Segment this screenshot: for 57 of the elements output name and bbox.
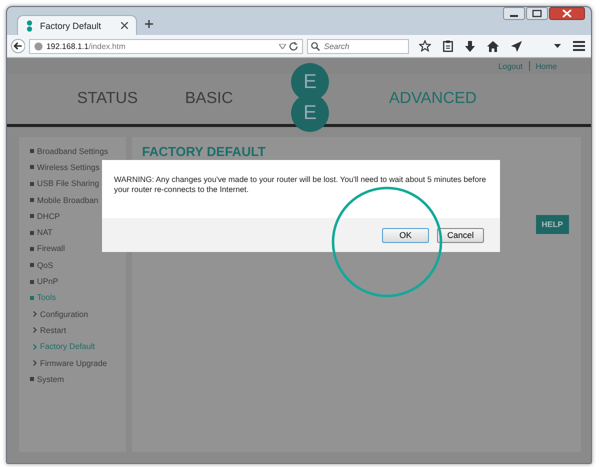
search-field[interactable]: Search (307, 38, 409, 54)
caret-icon[interactable] (554, 44, 561, 48)
sidebar-item[interactable]: System (30, 371, 126, 388)
close-icon[interactable] (121, 22, 128, 29)
search-icon (311, 42, 320, 50)
menu-icon[interactable] (573, 41, 585, 51)
sidebar-item[interactable]: Broadband Settings (30, 143, 126, 160)
bullet-icon (30, 263, 34, 268)
minimize-icon[interactable] (503, 7, 525, 20)
bullet-icon (30, 182, 34, 186)
dropdown-icon[interactable] (279, 44, 286, 48)
send-icon[interactable] (511, 40, 522, 52)
address-field[interactable]: 192.168.1.1/index.htm (29, 38, 303, 54)
close-icon[interactable] (549, 7, 585, 20)
home-icon[interactable] (487, 40, 499, 52)
chevron-icon (33, 360, 37, 366)
bullet-icon (30, 165, 34, 170)
browser-tab[interactable]: Factory Default (17, 15, 137, 35)
sidebar-item[interactable]: Configuration (30, 306, 126, 322)
sidebar-item[interactable]: Firewall (30, 240, 126, 258)
sidebar-item[interactable]: Firmware Upgrade (30, 354, 126, 372)
sidebar-item[interactable]: Wireless Settings (30, 159, 126, 176)
new-tab-icon[interactable] (145, 20, 153, 28)
page-title: FACTORY DEFAULT (142, 144, 267, 159)
sidebar-item[interactable]: QoS (30, 257, 126, 274)
chevron-icon (33, 327, 37, 334)
bullet-icon (30, 198, 34, 202)
reload-icon[interactable] (289, 42, 298, 50)
sidebar-item[interactable]: UPnP (30, 273, 126, 290)
maximize-icon[interactable] (526, 7, 548, 20)
sidebar-item[interactable]: Factory Default (30, 338, 126, 355)
cancel-button[interactable]: Cancel (437, 228, 484, 242)
star-icon[interactable] (419, 40, 431, 52)
ok-button[interactable]: OK (382, 228, 429, 242)
sidebar-item[interactable]: Tools (30, 290, 126, 306)
bullet-icon (30, 377, 34, 382)
bullet-icon (30, 280, 34, 284)
nav-tab[interactable]: STATUS (77, 90, 185, 108)
back-icon[interactable] (11, 38, 26, 54)
help-button[interactable]: HELP (536, 215, 569, 234)
bullet-icon (30, 246, 34, 251)
chevron-icon (33, 344, 37, 350)
sidebar-item[interactable]: DHCP (30, 208, 126, 224)
logo-icon (26, 20, 33, 32)
nav-tab[interactable]: BASIC (185, 90, 293, 108)
bullet-icon (30, 149, 34, 154)
chevron-icon (33, 311, 37, 318)
clipboard-icon[interactable] (443, 40, 453, 52)
bullet-icon (30, 296, 34, 300)
logout-link[interactable]: Logout (498, 62, 523, 70)
sidebar-item[interactable]: NAT (30, 224, 126, 241)
sidebar-item[interactable]: Restart (30, 322, 126, 339)
bullet-icon (30, 214, 34, 218)
home-link[interactable]: Home (536, 62, 557, 70)
bullet-icon (30, 230, 34, 235)
tab-title: Factory Default (40, 20, 102, 30)
download-icon[interactable] (465, 40, 475, 52)
